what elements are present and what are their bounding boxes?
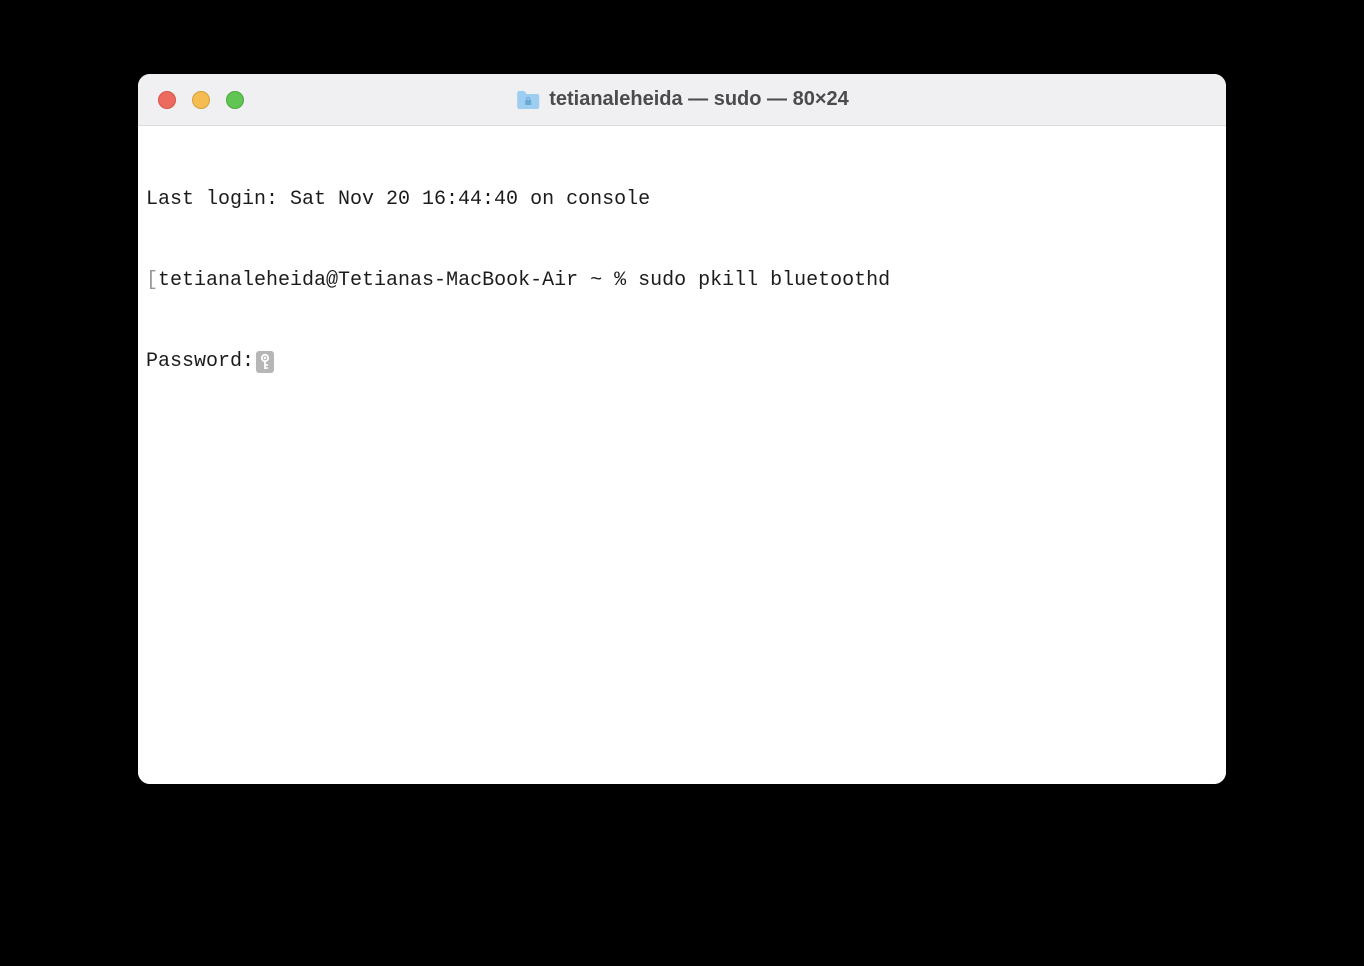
minimize-button[interactable] <box>192 91 210 109</box>
password-line: Password: <box>146 348 1218 375</box>
traffic-lights <box>138 91 244 109</box>
password-label: Password: <box>146 348 254 375</box>
prompt-bracket: [ <box>146 267 158 294</box>
folder-icon <box>515 89 541 111</box>
prompt-line: [tetianaleheida@Tetianas-MacBook-Air ~ %… <box>146 267 1218 294</box>
prompt-command: sudo pkill bluetoothd <box>638 267 890 294</box>
close-button[interactable] <box>158 91 176 109</box>
window-title: tetianaleheida — sudo — 80×24 <box>549 88 849 111</box>
zoom-button[interactable] <box>226 91 244 109</box>
key-icon <box>256 351 274 373</box>
prompt-user-host: tetianaleheida@Tetianas-MacBook-Air ~ % <box>158 267 638 294</box>
terminal-body[interactable]: Last login: Sat Nov 20 16:44:40 on conso… <box>138 126 1226 784</box>
terminal-window: tetianaleheida — sudo — 80×24 Last login… <box>138 74 1226 784</box>
last-login-line: Last login: Sat Nov 20 16:44:40 on conso… <box>146 186 1218 213</box>
title-area: tetianaleheida — sudo — 80×24 <box>515 88 849 111</box>
window-titlebar[interactable]: tetianaleheida — sudo — 80×24 <box>138 74 1226 126</box>
